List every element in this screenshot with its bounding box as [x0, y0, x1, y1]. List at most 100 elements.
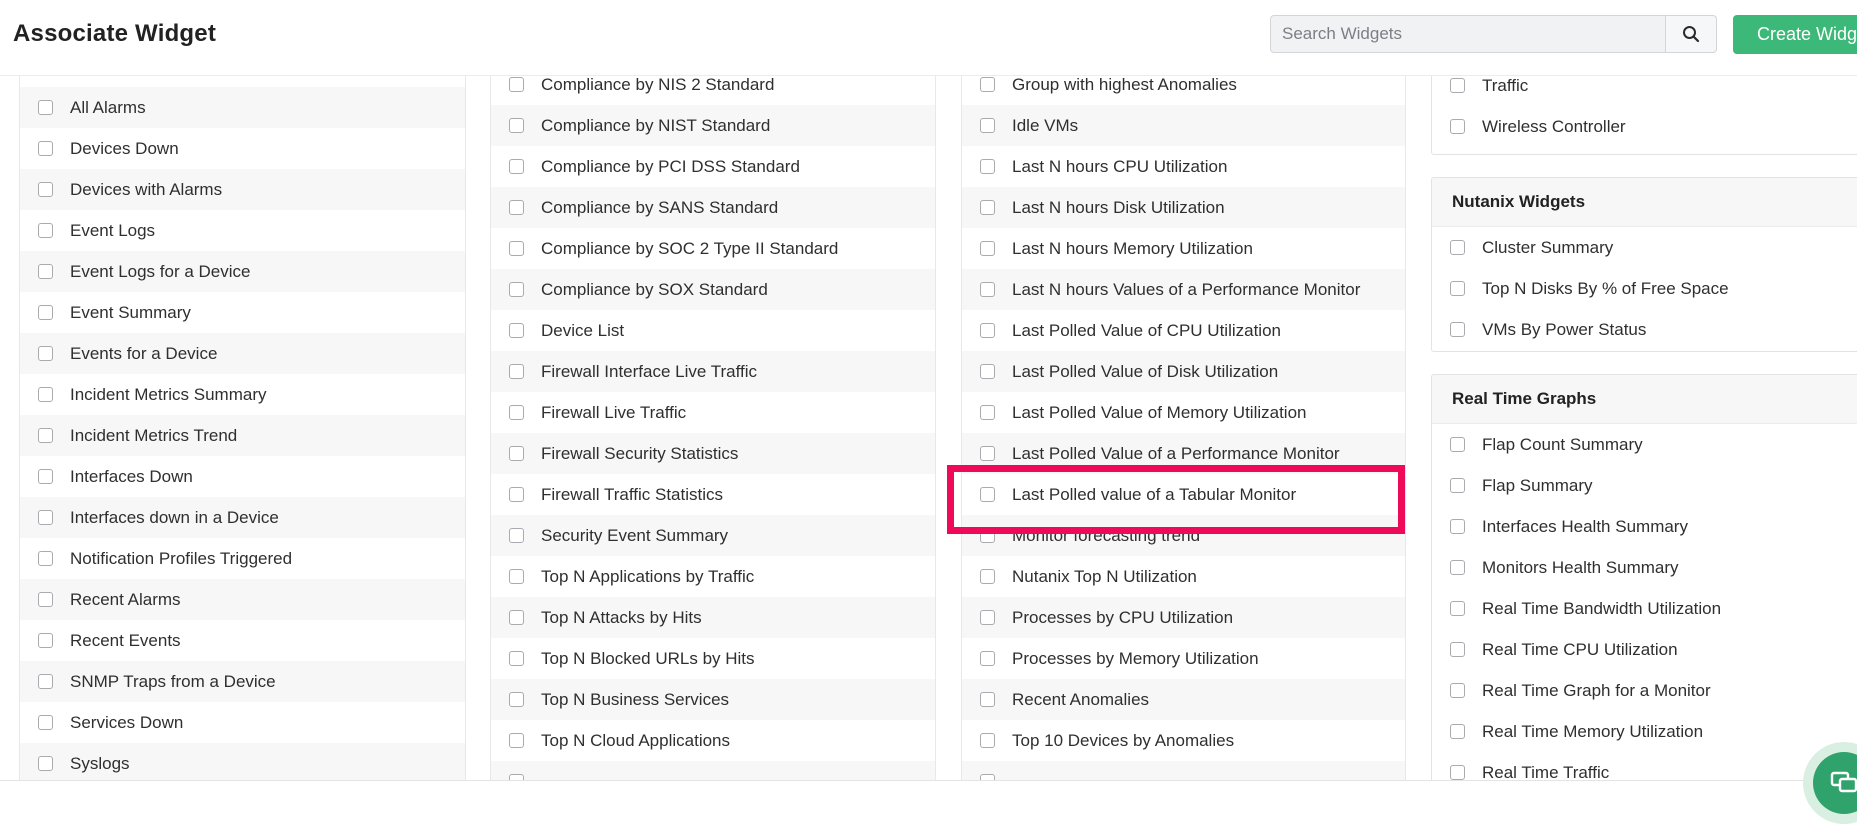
checkbox[interactable] [1450, 437, 1465, 452]
checkbox[interactable] [38, 633, 53, 648]
widget-item[interactable]: Top N Blocked URLs by Hits [491, 638, 935, 679]
checkbox[interactable] [980, 446, 995, 461]
widget-item[interactable]: Last Polled Value of Disk Utilization [962, 351, 1405, 392]
widget-item[interactable]: Interfaces Health Summary [1432, 506, 1857, 547]
checkbox[interactable] [980, 118, 995, 133]
widget-item[interactable]: Processes by CPU Utilization [962, 597, 1405, 638]
widget-item[interactable]: Real Time Graph for a Monitor [1432, 670, 1857, 711]
checkbox[interactable] [980, 200, 995, 215]
widget-item[interactable]: Firewall Interface Live Traffic [491, 351, 935, 392]
checkbox[interactable] [980, 241, 995, 256]
checkbox[interactable] [980, 77, 995, 92]
checkbox[interactable] [509, 200, 524, 215]
checkbox[interactable] [1450, 240, 1465, 255]
widget-item[interactable]: Nutanix Top N Utilization [962, 556, 1405, 597]
search-box[interactable] [1270, 15, 1666, 53]
checkbox[interactable] [509, 569, 524, 584]
widget-item[interactable]: Firewall Traffic Statistics [491, 474, 935, 515]
checkbox[interactable] [38, 346, 53, 361]
checkbox[interactable] [1450, 724, 1465, 739]
checkbox[interactable] [38, 182, 53, 197]
widget-item[interactable]: Device List [491, 310, 935, 351]
widget-item[interactable]: Event Logs [20, 210, 465, 251]
checkbox[interactable] [509, 528, 524, 543]
checkbox[interactable] [38, 141, 53, 156]
widget-item[interactable]: Top 10 Devices by Anomalies [962, 720, 1405, 761]
search-button[interactable] [1666, 15, 1717, 53]
checkbox[interactable] [1450, 119, 1465, 134]
checkbox[interactable] [509, 487, 524, 502]
widget-item[interactable]: Compliance by SOC 2 Type II Standard [491, 228, 935, 269]
checkbox[interactable] [1450, 765, 1465, 780]
checkbox[interactable] [980, 692, 995, 707]
checkbox[interactable] [38, 510, 53, 525]
widget-item[interactable]: Devices with Alarms [20, 169, 465, 210]
checkbox[interactable] [509, 159, 524, 174]
widget-item[interactable]: Syslogs [20, 743, 465, 780]
widget-item[interactable]: Last N hours CPU Utilization [962, 146, 1405, 187]
search-input[interactable] [1271, 16, 1665, 52]
checkbox[interactable] [509, 733, 524, 748]
widget-item[interactable]: Recent Events [20, 620, 465, 661]
checkbox[interactable] [1450, 322, 1465, 337]
widget-item[interactable]: All Alarms [20, 87, 465, 128]
checkbox[interactable] [509, 405, 524, 420]
checkbox[interactable] [38, 387, 53, 402]
widget-item[interactable]: Idle VMs [962, 105, 1405, 146]
checkbox[interactable] [980, 323, 995, 338]
checkbox[interactable] [509, 610, 524, 625]
widget-item[interactable]: Compliance by NIS 2 Standard [491, 75, 935, 105]
checkbox[interactable] [38, 223, 53, 238]
widget-item[interactable]: SNMP Traps from a Device [20, 661, 465, 702]
widget-item[interactable]: Processes by Memory Utilization [962, 638, 1405, 679]
checkbox[interactable] [1450, 560, 1465, 575]
checkbox[interactable] [980, 569, 995, 584]
widget-item[interactable]: Top N Disks By % of Free Space [1432, 268, 1857, 309]
widget-item[interactable]: Devices Down [20, 128, 465, 169]
widget-item[interactable]: Traffic [1432, 75, 1857, 106]
checkbox[interactable] [38, 100, 53, 115]
widget-item[interactable]: Firewall Security Statistics [491, 433, 935, 474]
widget-item[interactable]: Last Polled Value of CPU Utilization [962, 310, 1405, 351]
checkbox[interactable] [980, 651, 995, 666]
widget-item[interactable]: Top N Cloud Applications [491, 720, 935, 761]
checkbox[interactable] [38, 428, 53, 443]
checkbox[interactable] [509, 651, 524, 666]
checkbox[interactable] [980, 364, 995, 379]
widget-item[interactable]: Interfaces Down [20, 456, 465, 497]
checkbox[interactable] [980, 405, 995, 420]
checkbox[interactable] [1450, 642, 1465, 657]
checkbox[interactable] [509, 241, 524, 256]
create-widget-button[interactable]: Create Widget [1733, 15, 1857, 54]
widget-item[interactable]: Real Time Memory Utilization [1432, 711, 1857, 752]
widget-item[interactable]: Firewall Live Traffic [491, 392, 935, 433]
widget-item[interactable]: VMs By Power Status [1432, 309, 1857, 350]
widget-item[interactable]: Flap Summary [1432, 465, 1857, 506]
checkbox[interactable] [980, 159, 995, 174]
widget-item[interactable]: Group with highest Anomalies [962, 75, 1405, 105]
checkbox[interactable] [509, 323, 524, 338]
widget-item[interactable]: Recent Anomalies [962, 679, 1405, 720]
checkbox[interactable] [38, 756, 53, 771]
widget-item[interactable]: Last N hours Memory Utilization [962, 228, 1405, 269]
checkbox[interactable] [1450, 281, 1465, 296]
widget-item[interactable]: Services Down [20, 702, 465, 743]
widget-item[interactable]: Compliance by SOX Standard [491, 269, 935, 310]
widget-item[interactable]: Notification Profiles Triggered [20, 538, 465, 579]
widget-item[interactable]: Compliance by SANS Standard [491, 187, 935, 228]
checkbox[interactable] [38, 674, 53, 689]
checkbox[interactable] [980, 733, 995, 748]
checkbox[interactable] [509, 118, 524, 133]
checkbox[interactable] [38, 305, 53, 320]
widget-item[interactable]: Monitors Health Summary [1432, 547, 1857, 588]
checkbox[interactable] [509, 692, 524, 707]
widget-item[interactable]: Compliance by PCI DSS Standard [491, 146, 935, 187]
checkbox[interactable] [509, 364, 524, 379]
widget-item[interactable]: Last N hours Values of a Performance Mon… [962, 269, 1405, 310]
widget-item[interactable]: Recent Alarms [20, 579, 465, 620]
checkbox[interactable] [1450, 478, 1465, 493]
widget-item[interactable]: Security Event Summary [491, 515, 935, 556]
checkbox[interactable] [980, 610, 995, 625]
widget-item[interactable]: Incident Metrics Trend [20, 415, 465, 456]
widget-item[interactable]: Wireless Controller [1432, 106, 1857, 147]
